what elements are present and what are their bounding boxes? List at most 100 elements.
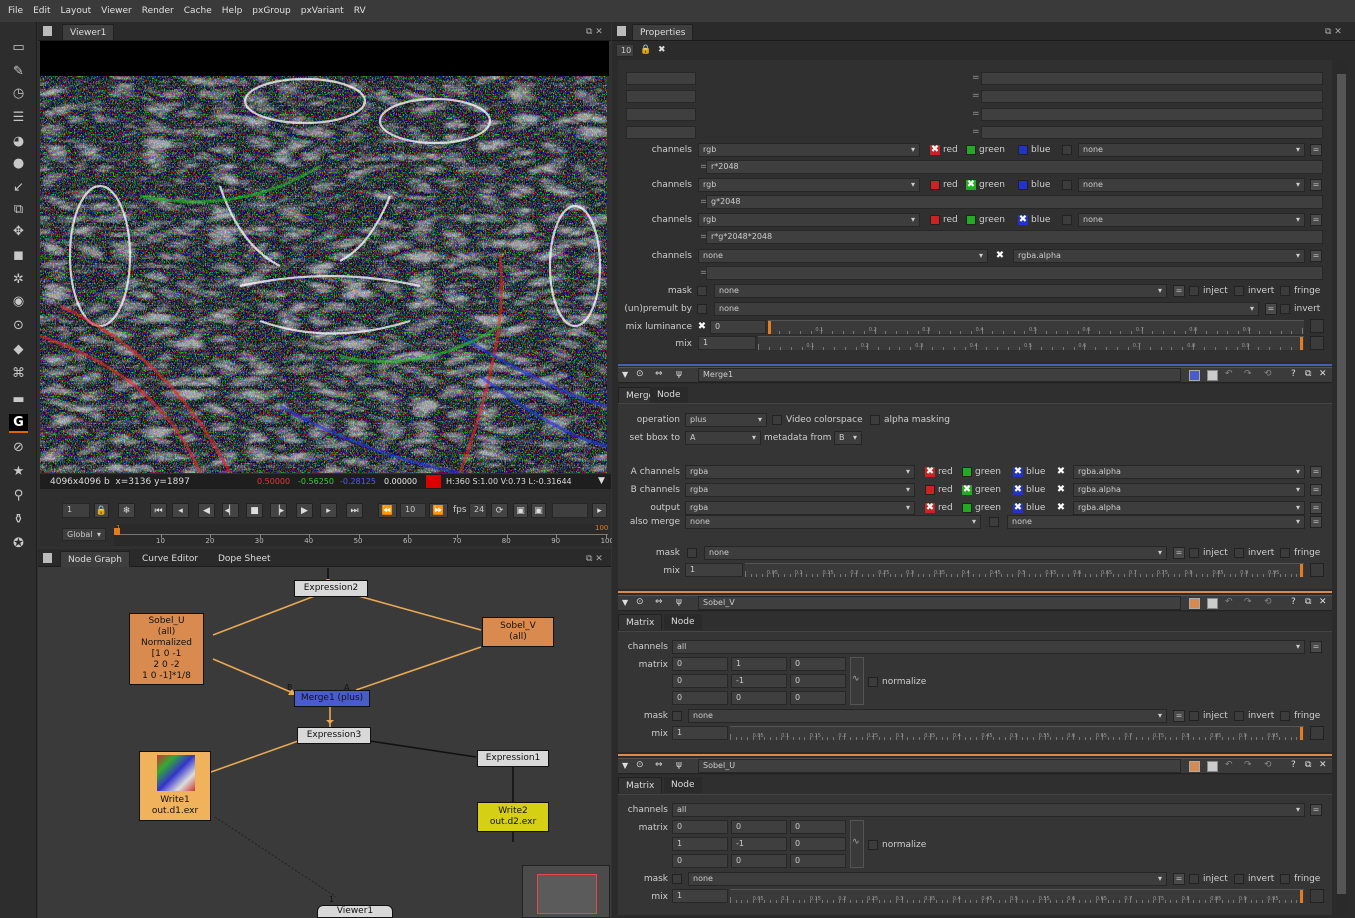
matrix-cell[interactable]: 0: [790, 657, 846, 671]
a-channels-green-checkbox[interactable]: [962, 467, 972, 477]
skip-forward-increment-button[interactable]: ⏩: [429, 503, 448, 518]
skip-back-increment-button[interactable]: ⏪: [378, 503, 397, 518]
tab-merge-node[interactable]: Node: [650, 387, 688, 403]
green-checkbox[interactable]: [966, 145, 976, 155]
play-forward-button[interactable]: ▶: [296, 503, 313, 518]
freeze-button[interactable]: ❄: [118, 503, 135, 518]
menu-pxgroup[interactable]: pxGroup: [252, 6, 290, 16]
red-checkbox[interactable]: [930, 215, 940, 225]
tab-dope-sheet[interactable]: Dope Sheet: [211, 551, 278, 567]
mask-checkbox[interactable]: [697, 286, 707, 296]
green-checkbox[interactable]: ✖: [966, 180, 976, 190]
playback-options-button[interactable]: ▸: [592, 503, 607, 518]
output-alpha-dropdown[interactable]: rgba.alpha: [1073, 501, 1305, 515]
graph-navigator[interactable]: [522, 865, 610, 918]
output-red-checkbox[interactable]: ✖: [925, 503, 935, 513]
revert-icon[interactable]: ⟲: [1264, 369, 1272, 379]
alpha-channel-dropdown[interactable]: rgba.alpha: [1013, 249, 1305, 263]
lock-panels-icon[interactable]: 🔒: [640, 45, 651, 55]
star-icon[interactable]: ★: [9, 462, 28, 481]
nuke-icon[interactable]: ✪: [9, 534, 28, 553]
merge-inject-checkbox[interactable]: [1189, 548, 1199, 558]
metadata-dropdown[interactable]: B: [834, 431, 862, 445]
matrix-mix-slider[interactable]: 0.05 0.1 0.15 0.2 0.25 0.3 0.35 0.4 0.45 0.5 0.55 0…: [730, 726, 1304, 740]
redo-icon[interactable]: ↷: [1244, 597, 1252, 607]
matrix-fringe-checkbox[interactable]: [1280, 874, 1290, 884]
matrix-fringe-checkbox[interactable]: [1280, 711, 1290, 721]
merge-mix-slider[interactable]: 0.05 0.1 0.15 0.2 0.25 0.3 0.35 0.4 0.45 0.5 0.55 0…: [745, 563, 1304, 577]
red-checkbox[interactable]: [930, 180, 940, 190]
expression-field[interactable]: g*2048: [706, 195, 1323, 209]
panel-help-icon[interactable]: ?: [1291, 597, 1296, 607]
b-channels-alpha-dropdown[interactable]: rgba.alpha: [1073, 483, 1305, 497]
range-mode-dropdown[interactable]: Global: [62, 528, 106, 541]
out-point-button[interactable]: ▣: [531, 503, 546, 518]
matrix-cell[interactable]: 0: [731, 820, 787, 834]
last-frame-button[interactable]: ⏭: [346, 503, 363, 518]
sobel-u-name-field[interactable]: Sobel_U: [698, 759, 1181, 773]
matrix-cell[interactable]: 0: [731, 691, 787, 705]
viewer-icon[interactable]: ⇔: [655, 760, 663, 770]
tab-sobel-u-node[interactable]: Node: [664, 777, 702, 793]
menu-viewer[interactable]: Viewer: [101, 6, 132, 16]
matrix-cell[interactable]: 0: [672, 657, 728, 671]
first-frame-button[interactable]: ⏮: [150, 503, 167, 518]
mix-field[interactable]: 1: [698, 336, 756, 350]
temp-name-field[interactable]: [626, 90, 696, 103]
matrix-cell[interactable]: 0: [672, 854, 728, 868]
b-channels-red-checkbox[interactable]: [925, 485, 935, 495]
other-icon[interactable]: ▬: [9, 390, 28, 409]
slider-handle[interactable]: [1300, 727, 1303, 740]
matrix-mask-checkbox[interactable]: [672, 874, 682, 884]
node-merge1[interactable]: Merge1 (plus): [294, 690, 370, 707]
views-icon[interactable]: ⊙: [9, 316, 28, 335]
matrix-mix-field[interactable]: 1: [672, 726, 728, 740]
pane-menu-icon[interactable]: [43, 26, 52, 36]
merge-invert-checkbox[interactable]: [1234, 548, 1244, 558]
alpha-masking-checkbox[interactable]: [870, 415, 880, 425]
also-merge-checkbox[interactable]: [989, 517, 999, 527]
collapse-icon[interactable]: ▼: [622, 370, 628, 379]
panel-close-icon[interactable]: ✕: [1319, 369, 1327, 379]
scrollbar-thumb[interactable]: [1337, 74, 1346, 894]
temp-expr-field[interactable]: [981, 72, 1323, 85]
matrix-channels-link[interactable]: =: [1310, 641, 1322, 653]
merge-name-field[interactable]: Merge1: [698, 368, 1181, 382]
play-backward-button[interactable]: ◀: [198, 503, 215, 518]
matrix-mix-curve-button[interactable]: [1310, 889, 1324, 903]
toolsets-icon[interactable]: ⌘: [9, 364, 28, 383]
node-expression2[interactable]: Expression2: [294, 580, 368, 597]
panel-float-icon[interactable]: ⧉: [1305, 760, 1311, 770]
premult-link-button[interactable]: =: [1265, 303, 1277, 315]
a-channels-red-checkbox[interactable]: ✖: [925, 467, 935, 477]
a-channels-alpha-dropdown[interactable]: rgba.alpha: [1073, 465, 1305, 479]
tab-sobel-v-node[interactable]: Node: [664, 614, 702, 630]
matrix-inject-checkbox[interactable]: [1189, 874, 1199, 884]
also-merge-dropdown[interactable]: none: [685, 515, 981, 529]
matrix-channels-link[interactable]: =: [1310, 804, 1322, 816]
loop-button[interactable]: ⟳: [491, 503, 508, 518]
a-channels-blue-checkbox[interactable]: ✖: [1013, 467, 1023, 477]
alpha-link-button[interactable]: =: [1310, 250, 1322, 262]
normalize-checkbox[interactable]: [868, 840, 878, 850]
premult-invert-checkbox[interactable]: [1280, 304, 1290, 314]
also-merge-link-button[interactable]: =: [1310, 516, 1322, 528]
slider-handle[interactable]: [1300, 564, 1303, 577]
invert-checkbox[interactable]: [1234, 286, 1244, 296]
transform-icon[interactable]: ✥: [9, 222, 28, 241]
menu-layout[interactable]: Layout: [61, 6, 92, 16]
tab-node-graph[interactable]: Node Graph: [60, 551, 130, 567]
node-write1[interactable]: Write1 out.d1.exr: [139, 751, 211, 821]
tab-matrix[interactable]: Matrix: [618, 614, 663, 630]
next-keyframe-button[interactable]: ▸: [320, 503, 337, 518]
pane-menu-icon[interactable]: [43, 553, 52, 563]
tab-matrix[interactable]: Matrix: [618, 777, 663, 793]
frame-field[interactable]: 1: [62, 503, 90, 518]
matrix-mask-dropdown[interactable]: none: [688, 709, 1167, 723]
viewer-image[interactable]: [40, 76, 607, 473]
playback-range-field[interactable]: [552, 503, 588, 518]
menu-rv[interactable]: RV: [354, 6, 366, 16]
tab-viewer1[interactable]: Viewer1: [62, 24, 115, 40]
matrix-cell[interactable]: 0: [790, 820, 846, 834]
undo-icon[interactable]: ↶: [1225, 597, 1233, 607]
